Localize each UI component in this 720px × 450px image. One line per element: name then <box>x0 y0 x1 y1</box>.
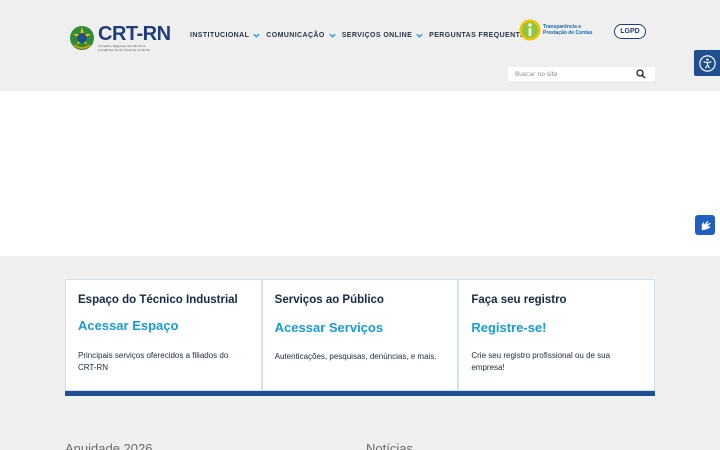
logo-subtitle: Conselho Regional dos Técnicos Industria… <box>98 44 151 52</box>
card-description: Principais serviços oferecidos a filiado… <box>78 351 229 372</box>
search-icon <box>636 69 646 79</box>
search-input[interactable] <box>508 67 633 81</box>
card-registro: Faça seu registro Registre-se! Crie seu … <box>458 279 656 391</box>
chevron-down-icon <box>253 33 260 38</box>
card-cta-link[interactable]: Acessar Espaço <box>78 318 249 333</box>
sign-language-button[interactable] <box>695 215 715 235</box>
chevron-down-icon <box>416 33 423 38</box>
accessibility-button[interactable] <box>694 50 720 76</box>
nav-item-label: COMUNICAÇÃO <box>266 31 325 39</box>
nav-item-label: PERGUNTAS FREQUENTES <box>429 31 531 39</box>
card-title: Faça seu registro <box>471 294 567 306</box>
site-header: CRT-RN Conselho Regional dos Técnicos In… <box>0 0 720 91</box>
card-espaco-tecnico: Espaço do Técnico Industrial Acessar Esp… <box>65 279 262 391</box>
nav-item-servicos-online[interactable]: SERVIÇOS ONLINE <box>342 29 429 41</box>
nav-item-label: SERVIÇOS ONLINE <box>341 31 413 39</box>
card-description: Crie seu registro profissional ou de sua… <box>471 351 611 372</box>
main-nav: INSTITUCIONAL COMUNICAÇÃO SERVIÇOS ONLIN… <box>190 29 530 41</box>
site-logo[interactable]: CRT-RN Conselho Regional dos Técnicos In… <box>69 24 171 52</box>
sign-language-icon <box>701 220 711 230</box>
info-icon <box>519 19 541 41</box>
lgpd-button[interactable]: LGPD <box>614 24 646 39</box>
nav-item-institucional[interactable]: INSTITUCIONAL <box>190 29 266 41</box>
logo-title: CRT-RN <box>98 23 171 45</box>
search-button[interactable] <box>634 67 648 81</box>
transparency-link[interactable]: Transparência e Prestação de Contas <box>519 19 592 41</box>
card-title: Espaço do Técnico Industrial <box>78 294 238 306</box>
card-servicos-publico: Serviços ao Público Acessar Serviços Aut… <box>261 279 459 391</box>
card-cta-link[interactable]: Acessar Serviços <box>275 320 446 335</box>
card-description: Autenticações, pesquisas, denúncias, e m… <box>274 352 437 361</box>
nav-item-perguntas-frequentes[interactable]: PERGUNTAS FREQUENTES <box>429 29 530 41</box>
transparency-line2: Prestação de Contas <box>543 30 593 36</box>
brasil-emblem-icon <box>70 26 94 50</box>
accessibility-icon <box>698 54 716 72</box>
cards-bottom-bar <box>65 391 655 396</box>
nav-item-label: INSTITUCIONAL <box>190 31 250 39</box>
search-box <box>508 67 655 81</box>
section-title-anuidade: Anuidade 2026 <box>65 441 153 450</box>
section-title-noticias: Notícias <box>366 441 413 450</box>
service-cards: Espaço do Técnico Industrial Acessar Esp… <box>65 279 656 391</box>
card-title: Serviços ao Público <box>274 294 384 306</box>
card-cta-link[interactable]: Registre-se! <box>471 320 642 335</box>
nav-item-comunicacao[interactable]: COMUNICAÇÃO <box>266 29 341 41</box>
chevron-down-icon <box>329 33 336 38</box>
